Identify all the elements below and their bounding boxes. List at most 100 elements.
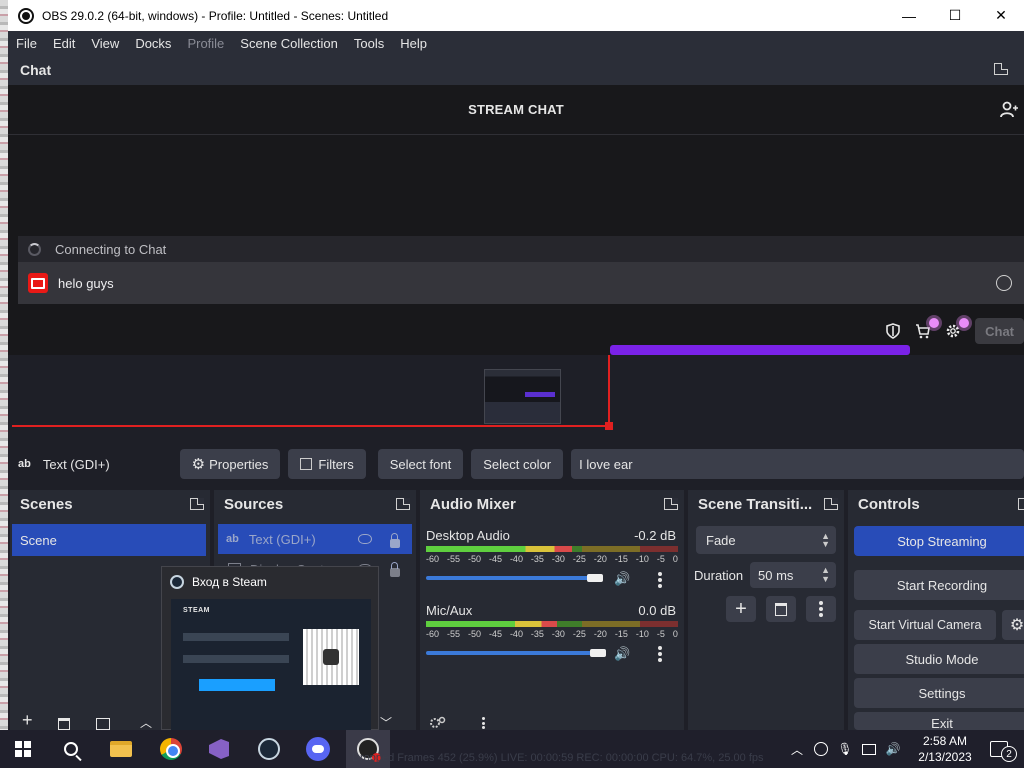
undock-icon[interactable]: [664, 498, 678, 510]
trash-icon[interactable]: [58, 718, 70, 730]
visual-studio-button[interactable]: [206, 736, 232, 762]
controls-title: Controls: [858, 495, 920, 513]
filters-button[interactable]: Filters: [288, 449, 366, 479]
search-icon: [64, 742, 78, 756]
add-transition-button[interactable]: +: [726, 596, 756, 622]
filter-icon: [300, 458, 313, 470]
moderation-shield-icon[interactable]: [885, 323, 901, 339]
volume-slider[interactable]: [426, 651, 602, 655]
cart-icon[interactable]: [915, 318, 940, 339]
selection-border-bottom: [12, 425, 609, 427]
more-options-icon[interactable]: [658, 646, 662, 662]
volume-icon[interactable]: 🔊: [886, 742, 901, 756]
properties-button[interactable]: ⚙ Properties: [179, 449, 281, 479]
loading-spinner-icon: [28, 242, 41, 256]
visual-studio-icon: [209, 739, 229, 759]
menu-tools[interactable]: Tools: [354, 36, 384, 51]
menu-scene-collection[interactable]: Scene Collection: [240, 36, 338, 51]
menu-docks[interactable]: Docks: [135, 36, 171, 51]
discord-button[interactable]: [305, 736, 331, 762]
exit-button[interactable]: Exit: [854, 712, 1024, 730]
stop-streaming-button[interactable]: Stop Streaming: [854, 526, 1024, 556]
chrome-button[interactable]: [158, 736, 184, 762]
volume-slider-handle[interactable]: [590, 649, 606, 657]
chevron-up-icon[interactable]: ︿: [790, 742, 804, 757]
menu-profile[interactable]: Profile: [187, 36, 224, 51]
obs-tray-icon[interactable]: [814, 742, 828, 756]
steam-signin-button: [199, 679, 275, 691]
resize-handle[interactable]: [605, 422, 613, 430]
minimize-button[interactable]: —: [886, 0, 932, 31]
scene-filters-icon[interactable]: [96, 718, 110, 730]
select-color-button[interactable]: Select color: [471, 449, 564, 479]
duration-spinbox[interactable]: 50 ms ▲ ▼: [750, 562, 836, 588]
transitions-title: Scene Transiti...: [698, 495, 813, 513]
undock-icon[interactable]: [824, 498, 838, 510]
selection-border-right: [608, 355, 610, 427]
network-icon[interactable]: [862, 743, 876, 755]
add-scene-icon[interactable]: +: [22, 710, 33, 731]
virtual-camera-settings-button[interactable]: ⚙: [1002, 610, 1024, 640]
more-options-icon[interactable]: [482, 717, 486, 729]
visibility-hidden-icon[interactable]: [358, 534, 372, 544]
gear-icon: ⚙: [191, 456, 206, 473]
close-button[interactable]: ✕: [978, 0, 1024, 31]
file-explorer-button[interactable]: [108, 736, 134, 762]
channel-db: 0.0 dB: [638, 603, 676, 618]
text-input[interactable]: I love ear: [571, 449, 1024, 479]
transition-select[interactable]: Fade ▲ ▼: [696, 526, 836, 554]
undock-icon[interactable]: [396, 498, 410, 510]
users-icon[interactable]: [1000, 101, 1018, 119]
studio-mode-button[interactable]: Studio Mode: [854, 644, 1024, 674]
scene-item[interactable]: Scene: [12, 524, 206, 556]
start-recording-button[interactable]: Start Recording: [854, 570, 1024, 600]
volume-slider-handle[interactable]: [586, 574, 603, 582]
start-button[interactable]: [10, 736, 36, 762]
start-virtual-camera-button[interactable]: Start Virtual Camera: [854, 610, 996, 640]
steam-icon: [170, 575, 184, 589]
lock-icon[interactable]: [390, 562, 400, 577]
undock-icon[interactable]: [190, 498, 204, 510]
gear-icon[interactable]: [945, 318, 970, 339]
menu-edit[interactable]: Edit: [53, 36, 75, 51]
menu-file[interactable]: File: [16, 36, 37, 51]
steam-button[interactable]: [256, 736, 282, 762]
select-font-button[interactable]: Select font: [377, 449, 464, 479]
trash-icon: [775, 602, 787, 616]
preview-canvas[interactable]: [8, 345, 1024, 445]
selected-source-name: Text (GDI+): [42, 456, 110, 472]
meter-level: [426, 621, 558, 627]
undock-icon[interactable]: [1018, 498, 1024, 510]
lock-icon[interactable]: [390, 533, 400, 548]
volume-slider[interactable]: [426, 576, 602, 580]
menu-view[interactable]: View: [91, 36, 119, 51]
clock[interactable]: 2:58 AM 2/13/2023: [910, 733, 980, 765]
transition-options-button[interactable]: [806, 596, 836, 622]
spin-arrows-icon[interactable]: ▲ ▼: [821, 566, 830, 584]
chevron-down-icon[interactable]: ﹀: [380, 714, 392, 731]
clock-date: 2/13/2023: [918, 750, 972, 764]
notification-dot: [929, 318, 940, 328]
chat-send-button[interactable]: Chat: [975, 318, 1024, 344]
chevron-up-icon[interactable]: ︿: [140, 714, 152, 731]
advanced-audio-gear-icon[interactable]: [428, 716, 446, 730]
channel-name: Desktop Audio: [426, 528, 510, 543]
chat-dock-header: Chat: [8, 55, 1024, 85]
menu-help[interactable]: Help: [400, 36, 427, 51]
duration-label: Duration: [694, 568, 744, 583]
window-titlebar[interactable]: OBS 29.0.2 (64-bit, windows) - Profile: …: [8, 0, 1024, 31]
maximize-button[interactable]: ☐: [932, 0, 978, 31]
microphone-icon[interactable]: 🎙: [837, 742, 852, 756]
more-options-icon[interactable]: [658, 572, 662, 588]
speaker-icon[interactable]: 🔊: [614, 571, 630, 586]
settings-button[interactable]: Settings: [854, 678, 1024, 708]
notifications-icon[interactable]: 2: [990, 741, 1017, 762]
remove-transition-button[interactable]: [766, 596, 796, 622]
undock-icon[interactable]: [994, 63, 1008, 75]
steam-window-preview[interactable]: Вход в Steam STEAM: [161, 566, 379, 731]
source-item[interactable]: ab Text (GDI+): [218, 524, 412, 554]
emoji-icon[interactable]: [996, 275, 1012, 291]
transition-selected: Fade: [706, 532, 736, 548]
search-button[interactable]: [58, 736, 84, 762]
speaker-icon[interactable]: 🔊: [614, 646, 630, 661]
